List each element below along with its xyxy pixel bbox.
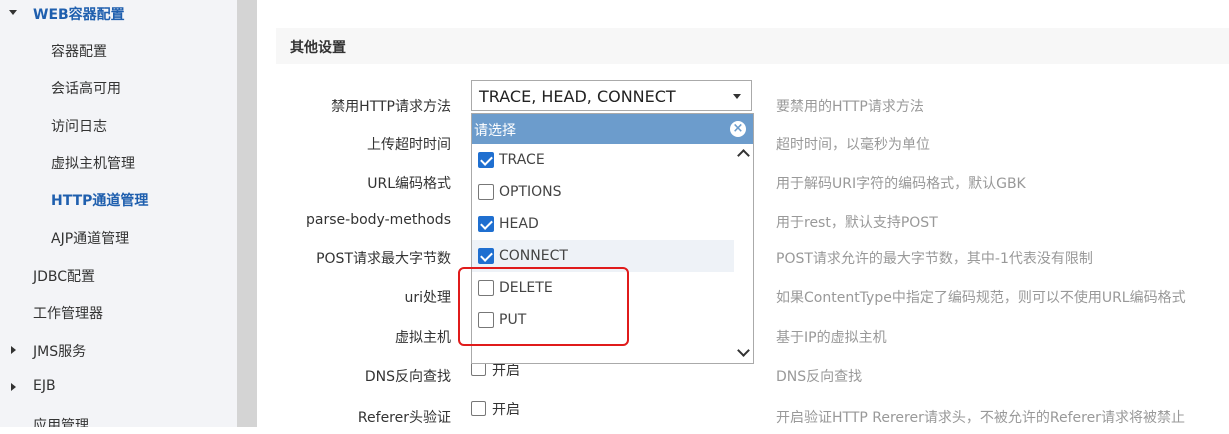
field-description: 用于rest，默认支持POST: [776, 215, 938, 231]
clear-icon[interactable]: ×: [730, 121, 746, 137]
chevron-down-icon: [733, 94, 741, 99]
sidebar-item-http-channel[interactable]: HTTP通道管理: [0, 181, 237, 218]
option-delete[interactable]: DELETE: [472, 272, 734, 304]
caret-right-icon: [11, 346, 16, 354]
section-header: 其他设置: [276, 28, 1229, 64]
field-description: 开启验证HTTP Rererer请求头，不被允许的Referer请求将被禁止: [776, 410, 1185, 426]
select-value: TRACE, HEAD, CONNECT: [479, 87, 676, 106]
field-label: parse-body-methods: [306, 212, 451, 228]
option-label: HEAD: [499, 216, 539, 232]
option-label: CONNECT: [499, 248, 568, 264]
dropdown-option-list: TRACE OPTIONS HEAD CONNECT DELETE PUT: [472, 144, 734, 363]
option-connect[interactable]: CONNECT: [472, 240, 734, 272]
sidebar-item-jms[interactable]: JMS服务: [0, 332, 237, 369]
caret-right-icon: [11, 383, 16, 391]
option-put[interactable]: PUT: [472, 304, 734, 336]
sidebar-item-label: 虚拟主机管理: [51, 156, 135, 172]
checkbox-unchecked-icon[interactable]: [478, 312, 494, 328]
field-label: POST请求最大字节数: [316, 251, 451, 267]
section-title: 其他设置: [290, 40, 346, 56]
dropdown-scrollbar[interactable]: [734, 144, 753, 363]
sidebar-item-container-config[interactable]: 容器配置: [0, 32, 237, 69]
sidebar-item-label: AJP通道管理: [51, 231, 130, 247]
checkbox-checked-icon[interactable]: [478, 152, 494, 168]
sidebar-item-label: 应用管理: [33, 418, 89, 427]
sidebar-item-label: 容器配置: [51, 44, 107, 60]
field-label: 禁用HTTP请求方法: [331, 99, 451, 115]
option-label: DELETE: [499, 280, 553, 296]
sidebar-scrollbar[interactable]: [237, 0, 257, 427]
option-head[interactable]: HEAD: [472, 208, 734, 240]
field-description: DNS反向查找: [776, 369, 863, 385]
sidebar-item-session-ha[interactable]: 会话高可用: [0, 69, 237, 106]
sidebar-item-label: JMS服务: [33, 344, 87, 360]
sidebar-item-work-manager[interactable]: 工作管理器: [0, 294, 237, 331]
chevron-down-icon[interactable]: [737, 344, 750, 357]
option-options[interactable]: OPTIONS: [472, 176, 734, 208]
field-label: 上传超时时间: [367, 137, 451, 153]
sidebar-item-ajp-channel[interactable]: AJP通道管理: [0, 219, 237, 256]
option-label: TRACE: [499, 152, 545, 168]
field-description: 用于解码URI字符的编码格式，默认GBK: [776, 176, 1026, 192]
caret-down-icon: [9, 10, 17, 15]
chevron-up-icon[interactable]: [737, 149, 750, 162]
field-label: URL编码格式: [367, 176, 451, 192]
sidebar-item-ejb[interactable]: EJB: [0, 369, 237, 406]
dropdown-placeholder: 请选择: [474, 123, 516, 139]
checkbox-label: 开启: [492, 402, 520, 418]
field-label: DNS反向查找: [364, 369, 451, 385]
sidebar-item-label: WEB容器配置: [33, 7, 125, 23]
sidebar-item-label: 会话高可用: [51, 81, 121, 97]
field-description: 基于IP的虚拟主机: [776, 330, 887, 346]
sidebar-item-label: HTTP通道管理: [51, 193, 149, 209]
sidebar-item-label: JDBC配置: [33, 269, 96, 285]
sidebar-item-virtual-host[interactable]: 虚拟主机管理: [0, 144, 237, 181]
form-row-referer-validation: Referer头验证 开启 开启验证HTTP Rererer请求头，不被允许的R…: [257, 398, 1229, 434]
option-label: OPTIONS: [499, 184, 562, 200]
checkbox-unchecked-icon[interactable]: [478, 280, 494, 296]
sidebar-item-label: 访问日志: [51, 119, 107, 135]
checkbox-checked-icon[interactable]: [478, 216, 494, 232]
sidebar-item-app-management[interactable]: 应用管理: [0, 406, 237, 427]
dropdown-header: 请选择 ×: [472, 114, 753, 144]
field-description: 超时时间，以毫秒为单位: [776, 137, 930, 153]
main-panel: 其他设置 禁用HTTP请求方法 要禁用的HTTP请求方法 上传超时时间 超时时间…: [257, 0, 1229, 427]
sidebar-item-label: EJB: [33, 378, 56, 394]
sidebar-item-web-container[interactable]: WEB容器配置: [0, 0, 237, 32]
field-description: 要禁用的HTTP请求方法: [776, 99, 924, 115]
option-trace[interactable]: TRACE: [472, 144, 734, 176]
field-description: 如果ContentType中指定了编码规范，则可以不使用URL编码格式: [776, 290, 1186, 306]
checkbox-unchecked-icon[interactable]: [478, 184, 494, 200]
http-methods-dropdown: 请选择 × TRACE OPTIONS HEAD CONNECT DELETE …: [471, 113, 754, 364]
http-methods-select[interactable]: TRACE, HEAD, CONNECT: [471, 80, 752, 111]
option-label: PUT: [499, 312, 527, 328]
sidebar: WEB容器配置 容器配置 会话高可用 访问日志 虚拟主机管理 HTTP通道管理 …: [0, 0, 237, 427]
field-description: POST请求允许的最大字节数，其中-1代表没有限制: [776, 251, 1093, 267]
sidebar-item-jdbc[interactable]: JDBC配置: [0, 257, 237, 294]
field-label: 虚拟主机: [395, 330, 451, 346]
sidebar-item-access-log[interactable]: 访问日志: [0, 107, 237, 144]
checkbox-checked-icon[interactable]: [478, 248, 494, 264]
referer-validation-checkbox[interactable]: [471, 401, 486, 416]
field-label: uri处理: [404, 290, 451, 306]
sidebar-item-label: 工作管理器: [33, 306, 103, 322]
field-label: Referer头验证: [357, 410, 451, 426]
